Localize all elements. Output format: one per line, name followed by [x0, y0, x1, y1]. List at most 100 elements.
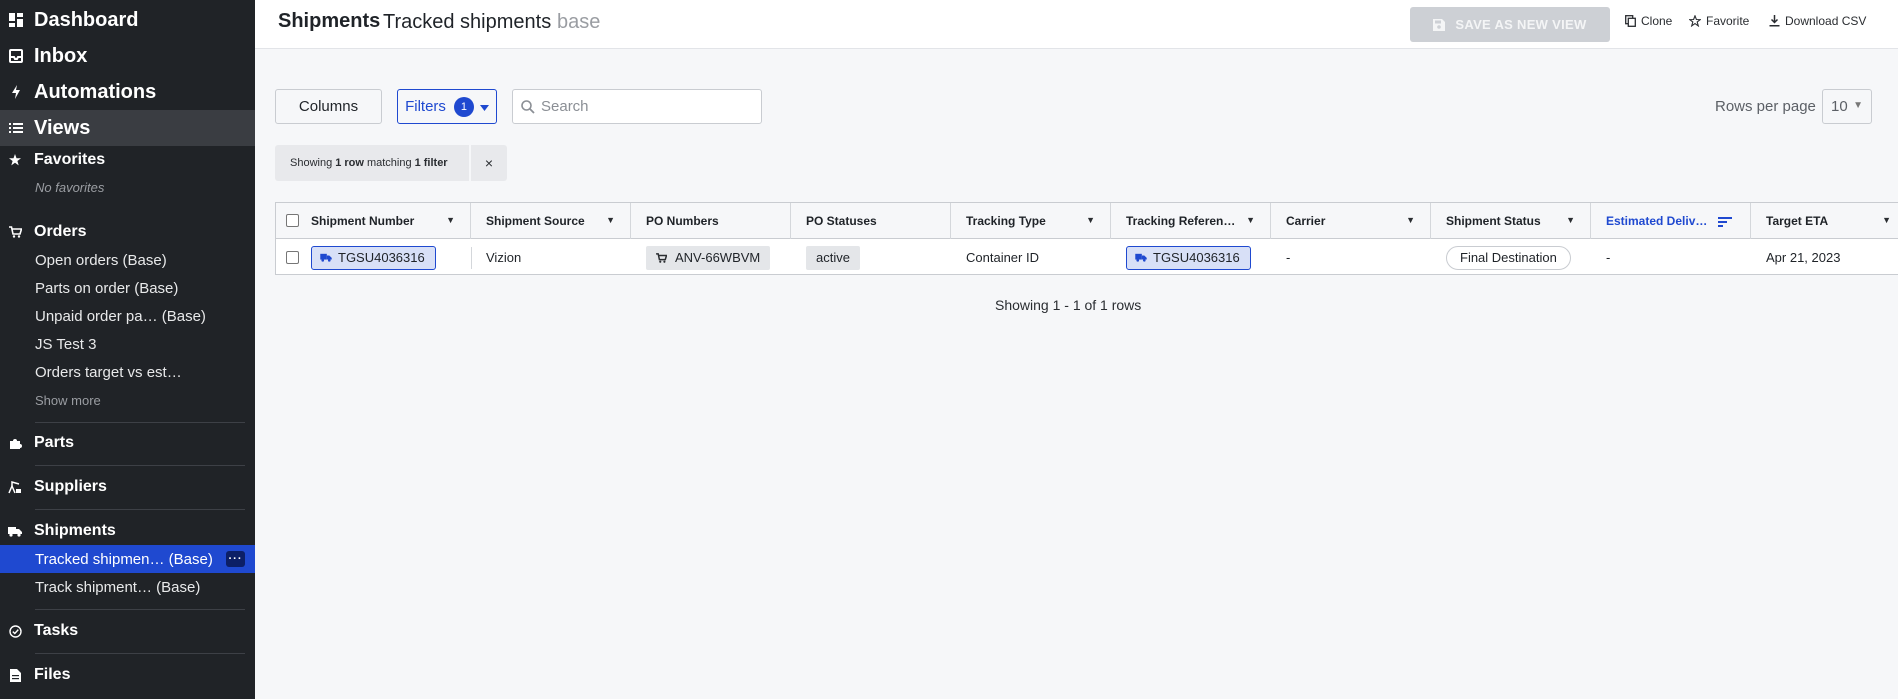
clear-filter-button[interactable]: × — [471, 145, 507, 181]
nav-files[interactable]: Files — [0, 661, 255, 689]
column-estimated-delivery[interactable]: Estimated Deliv… — [1591, 203, 1751, 239]
cell-shipment-number: TGSU4036316 — [296, 240, 436, 275]
sidebar-divider — [35, 422, 245, 423]
column-po-statuses[interactable]: PO Statuses — [791, 203, 951, 239]
more-options-button[interactable]: ··· — [226, 551, 245, 567]
save-icon — [1433, 18, 1446, 31]
tracking-reference-link[interactable]: TGSU4036316 — [1126, 245, 1251, 270]
nav-views-label: Views — [34, 116, 91, 139]
sidebar-item-js-test-3[interactable]: JS Test 3 — [0, 330, 255, 358]
cell-po-status: active — [791, 240, 860, 275]
sidebar-item-parts-on-order[interactable]: Parts on order (Base) — [0, 274, 255, 302]
page-title: Shipments — [278, 10, 381, 32]
truck-icon — [8, 524, 22, 538]
column-po-numbers[interactable]: PO Numbers — [631, 203, 791, 239]
cart-icon — [8, 225, 22, 239]
column-target-eta[interactable]: Target ETA ▼ — [1751, 203, 1898, 239]
cell-tracking-reference: TGSU4036316 — [1111, 240, 1251, 275]
sidebar: Dashboard Inbox Automations Views Favori… — [0, 0, 255, 699]
nav-favorites[interactable]: Favorites — [0, 146, 255, 174]
nav-suppliers[interactable]: Suppliers — [0, 473, 255, 501]
column-shipment-number[interactable]: Shipment Number ▼ — [276, 203, 471, 239]
puzzle-icon — [8, 436, 22, 450]
nav-shipments[interactable]: Shipments — [0, 517, 255, 545]
column-carrier[interactable]: Carrier ▼ — [1271, 203, 1431, 239]
search-input[interactable] — [541, 98, 741, 115]
rows-per-page-select[interactable]: 10 ▼ — [1822, 89, 1872, 124]
clone-button[interactable]: Clone — [1625, 14, 1672, 28]
chevron-down-icon: ▼ — [1853, 100, 1863, 111]
truck-icon — [320, 253, 332, 262]
po-status-tag: active — [806, 245, 860, 270]
inbox-icon — [8, 48, 24, 64]
column-shipment-status[interactable]: Shipment Status ▼ — [1431, 203, 1591, 239]
truck-icon — [1135, 253, 1147, 262]
select-all-checkbox[interactable] — [286, 214, 299, 227]
grid-icon — [8, 12, 24, 28]
caret-down-icon[interactable]: ▼ — [1566, 215, 1575, 225]
cell-tracking-type: Container ID — [966, 250, 1039, 265]
nav-files-label: Files — [34, 666, 71, 683]
nav-parts[interactable]: Parts — [0, 429, 255, 457]
cell-shipment-source: Vizion — [486, 250, 522, 265]
rows-per-page-label: Rows per page — [1715, 98, 1816, 115]
download-csv-button[interactable]: Download CSV — [1769, 14, 1866, 28]
caret-down-icon[interactable]: ▼ — [1086, 215, 1095, 225]
favorite-button[interactable]: Favorite — [1689, 14, 1749, 28]
filter-summary: Showing 1 row matching 1 filter — [275, 145, 469, 181]
page-header: Shipments Tracked shipments base SAVE AS… — [255, 0, 1898, 49]
pagination-summary: Showing 1 - 1 of 1 rows — [995, 297, 1142, 313]
copy-icon — [1625, 15, 1636, 27]
search-box[interactable] — [512, 89, 762, 124]
nav-automations-label: Automations — [34, 80, 157, 103]
nav-automations[interactable]: Automations — [0, 74, 255, 110]
filters-button[interactable]: Filters 1 — [397, 89, 497, 124]
nav-parts-label: Parts — [34, 434, 75, 451]
column-tracking-type[interactable]: Tracking Type ▼ — [951, 203, 1111, 239]
caret-down-icon[interactable]: ▼ — [446, 215, 455, 225]
list-icon — [8, 120, 24, 136]
search-icon — [521, 99, 535, 114]
filter-count-badge: 1 — [453, 96, 474, 117]
nav-views[interactable]: Views — [0, 110, 255, 146]
caret-down-icon[interactable]: ▼ — [1406, 215, 1415, 225]
columns-button[interactable]: Columns — [275, 89, 382, 124]
nav-orders[interactable]: Orders — [0, 218, 255, 246]
sidebar-item-unpaid-orders[interactable]: Unpaid order pa… (Base) — [0, 302, 255, 330]
shipment-number-link[interactable]: TGSU4036316 — [311, 245, 436, 270]
shipments-table: Shipment Number ▼ Shipment Source ▼ PO N… — [275, 202, 1898, 275]
view-name: Tracked shipments — [383, 11, 552, 33]
sidebar-item-track-shipment[interactable]: Track shipment… (Base) — [0, 573, 255, 601]
cell-target-eta: Apr 21, 2023 — [1766, 250, 1841, 265]
po-number-tag[interactable]: ANV-66WBVM — [646, 245, 771, 270]
check-circle-icon — [8, 624, 22, 638]
nav-inbox-label: Inbox — [34, 44, 88, 67]
caret-down-icon[interactable]: ▼ — [1882, 215, 1891, 225]
chevron-down-icon — [479, 98, 489, 115]
nav-dashboard[interactable]: Dashboard — [0, 2, 255, 38]
table-header: Shipment Number ▼ Shipment Source ▼ PO N… — [276, 203, 1898, 239]
status-badge: Final Destination — [1446, 245, 1571, 270]
save-as-new-view-button[interactable]: SAVE AS NEW VIEW — [1410, 7, 1610, 42]
sidebar-item-tracked-shipments[interactable]: Tracked shipmen… (Base) ··· — [0, 545, 255, 573]
bolt-icon — [8, 84, 24, 100]
cell-estimated-delivery: - — [1606, 250, 1611, 265]
caret-down-icon[interactable]: ▼ — [606, 215, 615, 225]
nav-shipments-label: Shipments — [34, 522, 116, 539]
nav-favorites-label: Favorites — [34, 151, 106, 168]
sort-icon[interactable] — [1718, 216, 1732, 230]
sidebar-item-orders-target[interactable]: Orders target vs est… — [0, 358, 255, 386]
sidebar-divider — [35, 609, 245, 610]
nav-suppliers-label: Suppliers — [34, 478, 107, 495]
nav-tasks[interactable]: Tasks — [0, 617, 255, 645]
column-shipment-source[interactable]: Shipment Source ▼ — [471, 203, 631, 239]
nav-tasks-label: Tasks — [34, 622, 79, 639]
caret-down-icon[interactable]: ▼ — [1246, 215, 1255, 225]
sidebar-item-open-orders[interactable]: Open orders (Base) — [0, 246, 255, 274]
show-more-link[interactable]: Show more — [35, 393, 101, 408]
cell-carrier: - — [1286, 250, 1291, 265]
download-icon — [1769, 15, 1780, 27]
nav-inbox[interactable]: Inbox — [0, 38, 255, 74]
column-tracking-reference[interactable]: Tracking Referen… ▼ — [1111, 203, 1271, 239]
sidebar-divider — [35, 653, 245, 654]
